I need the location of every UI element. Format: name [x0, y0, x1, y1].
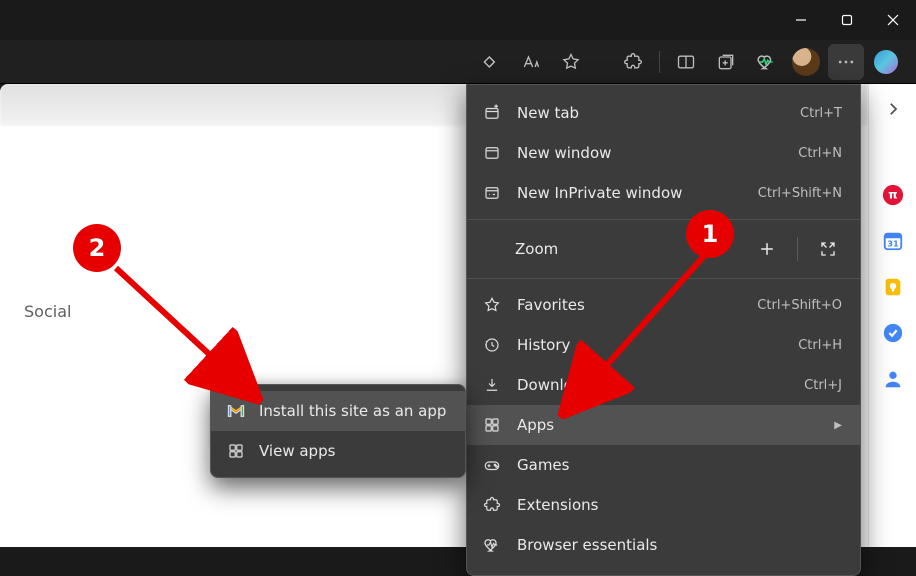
- inprivate-icon: [481, 184, 503, 202]
- menu-label: New InPrivate window: [517, 184, 744, 202]
- history-icon: [481, 336, 503, 354]
- zoom-separator: [797, 237, 798, 261]
- menu-label: New window: [517, 144, 784, 162]
- keep-app-icon[interactable]: [882, 276, 904, 298]
- right-sidebar: π 31: [868, 84, 916, 547]
- submenu-item-view-apps[interactable]: View apps: [211, 431, 465, 471]
- extension-puzzle-icon[interactable]: [615, 44, 651, 80]
- menu-shortcut: Ctrl+N: [798, 146, 842, 161]
- close-button[interactable]: [870, 2, 916, 38]
- apps-icon: [481, 416, 503, 434]
- download-icon: [481, 376, 503, 394]
- menu-shortcut: Ctrl+Shift+N: [758, 186, 842, 201]
- menu-label: Extensions: [517, 496, 842, 514]
- menu-label: Games: [517, 456, 842, 474]
- fullscreen-button[interactable]: [810, 231, 846, 267]
- new-tab-icon: [481, 104, 503, 122]
- menu-shortcut: Ctrl+T: [800, 106, 842, 121]
- minimize-button[interactable]: [778, 2, 824, 38]
- svg-text:31: 31: [887, 239, 899, 249]
- submenu-arrow-icon: ▶: [834, 420, 842, 431]
- calendar-app-icon[interactable]: 31: [882, 230, 904, 252]
- read-aloud-icon[interactable]: [473, 44, 509, 80]
- collections-icon[interactable]: [708, 44, 744, 80]
- menu-item-games[interactable]: Games: [467, 445, 860, 485]
- apps-grid-icon: [225, 442, 247, 460]
- maximize-button[interactable]: [824, 2, 870, 38]
- zoom-in-button[interactable]: [749, 231, 785, 267]
- menu-item-extensions[interactable]: Extensions: [467, 485, 860, 525]
- toolbar-separator: [659, 51, 660, 73]
- submenu-label: Install this site as an app: [259, 402, 451, 420]
- social-tab-label[interactable]: Social: [24, 302, 71, 321]
- titlebar: [0, 0, 916, 40]
- contacts-app-icon[interactable]: [882, 368, 904, 390]
- menu-divider: [467, 219, 860, 220]
- menu-item-browser-essentials[interactable]: Browser essentials: [467, 525, 860, 565]
- submenu-label: View apps: [259, 442, 451, 460]
- annotation-badge-1: 1: [686, 210, 734, 258]
- copilot-icon: [874, 50, 898, 74]
- menu-shortcut: Ctrl+Shift+O: [757, 298, 842, 313]
- window-controls: [778, 2, 916, 38]
- menu-item-new-tab[interactable]: New tab Ctrl+T: [467, 93, 860, 133]
- settings-more-button[interactable]: [828, 44, 864, 80]
- avatar-image: [792, 48, 820, 76]
- text-size-icon[interactable]: [513, 44, 549, 80]
- browser-toolbar: [0, 40, 916, 84]
- menu-item-new-window[interactable]: New window Ctrl+N: [467, 133, 860, 173]
- svg-text:π: π: [888, 188, 897, 202]
- menu-shortcut: Ctrl+J: [804, 378, 842, 393]
- star-icon: [481, 296, 503, 314]
- profile-avatar[interactable]: [788, 44, 824, 80]
- games-icon: [481, 456, 503, 474]
- menu-label: New tab: [517, 104, 786, 122]
- tasks-app-icon[interactable]: [882, 322, 904, 344]
- performance-heart-icon[interactable]: [748, 44, 784, 80]
- favorite-star-icon[interactable]: [553, 44, 589, 80]
- copilot-button[interactable]: [868, 44, 904, 80]
- annotation-badge-2: 2: [73, 224, 121, 272]
- sidebar-expand-icon[interactable]: [882, 98, 904, 120]
- split-screen-icon[interactable]: [668, 44, 704, 80]
- puzzle-icon: [481, 496, 503, 514]
- annotation-arrow-2: [108, 262, 268, 410]
- menu-label: Browser essentials: [517, 536, 842, 554]
- pi-app-icon[interactable]: π: [882, 184, 904, 206]
- new-window-icon: [481, 144, 503, 162]
- pulse-icon: [481, 536, 503, 554]
- annotation-arrow-1: [554, 250, 718, 420]
- menu-shortcut: Ctrl+H: [798, 338, 842, 353]
- menu-item-inprivate[interactable]: New InPrivate window Ctrl+Shift+N: [467, 173, 860, 213]
